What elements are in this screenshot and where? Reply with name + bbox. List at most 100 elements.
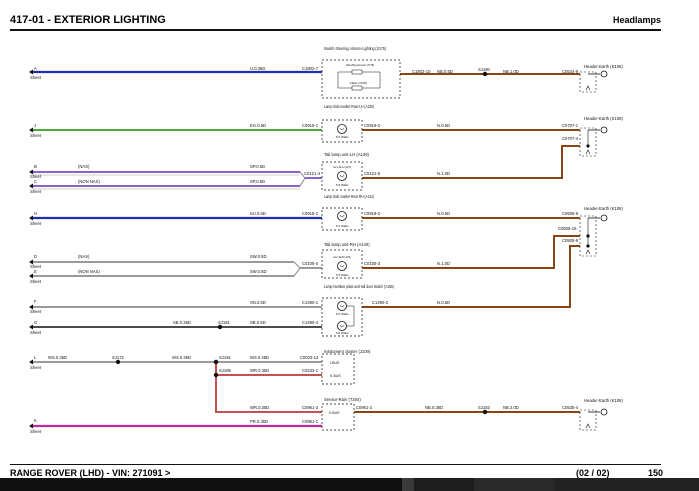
- wire-label-h: SU.0.5D: [250, 211, 266, 216]
- rs-kbus: K BUS: [329, 411, 340, 415]
- switch-flash: Flash (T198): [350, 81, 367, 85]
- tl-lh-wire2: N.1.0D: [437, 171, 450, 176]
- pin-b: B: [34, 164, 37, 169]
- earth-title-1: Header-Earth (K108): [584, 64, 623, 69]
- wire-label-l2: WS.0.35D: [172, 355, 191, 360]
- tl-lh-title: Tail lamp unit-LH (A139): [324, 152, 370, 157]
- wire-label-l3: WS.0.35D: [250, 355, 269, 360]
- wire-label-k: PR.0.35D: [250, 419, 268, 424]
- splice-sj182: SJ182: [478, 405, 491, 410]
- wire-gray-merge: [293, 261, 301, 277]
- tl-lh-watt: 5.0 Watts: [336, 183, 349, 187]
- earth-header-3: [579, 214, 608, 257]
- earth-header-1: [579, 70, 608, 93]
- footer-vehicle: RANGE ROVER (LHD) - VIN: 271091 >: [10, 468, 171, 478]
- sheet-k: Sheet: [30, 429, 42, 434]
- lsm-lh-title: Lamp-Side marker-Rear-LH (A135): [324, 104, 374, 109]
- wire-label-g1: SB.0.35D: [173, 320, 191, 325]
- pin-c: C: [34, 179, 37, 184]
- earth-header-2: [579, 126, 608, 157]
- conn-l: C0033-14: [300, 355, 319, 360]
- pin-j: J: [34, 123, 36, 128]
- switch-micro: Micro/Dipped beam (T178): [346, 63, 374, 67]
- tl-rh-watt: 5.0 Watts: [336, 273, 349, 277]
- sheet-ref-arrows: [29, 69, 33, 429]
- taskbar-strip: [0, 478, 699, 491]
- lsm-lh-watt: 5.0 Watts: [336, 135, 349, 139]
- footer-page-of: (02 / 02): [576, 468, 610, 478]
- instrument-cluster: [321, 353, 355, 385]
- sheet-e: Sheet: [30, 279, 42, 284]
- wire-label-a: U.0.35D: [250, 66, 265, 71]
- tl-lh-inner: Lamp-Tail LH (A176): [333, 165, 351, 169]
- splice-sj181: SJ181: [218, 320, 231, 325]
- wire-label-f: SN.0.5D: [250, 300, 266, 305]
- pin-a: A: [34, 66, 37, 71]
- wire-label-rain2: NB.0.35D: [425, 405, 443, 410]
- tl-rh-inner: Lamp-Tail RH (A181): [333, 255, 351, 259]
- conn-j: C0919-1: [302, 123, 319, 128]
- tl-rh-conn: C0105-4: [302, 261, 319, 266]
- pin-k: K: [34, 418, 37, 423]
- wire-brown-tailrh: [362, 235, 580, 269]
- wire-label-a3: NB.1.0D: [503, 69, 519, 74]
- conn-h2: C0918-2: [364, 211, 381, 216]
- conn-h5: C0505-9: [562, 238, 579, 243]
- pin-e: E: [34, 269, 37, 274]
- tl-lh-conn: C0121-4: [304, 171, 321, 176]
- tl-lh-conn2: C0121-5: [364, 171, 381, 176]
- earth-title-2: Header-Earth (K108): [584, 116, 623, 121]
- conn-rain3: C0535-4: [562, 405, 579, 410]
- conn-h3: C0505-5: [562, 211, 579, 216]
- sheet-f: Sheet: [30, 309, 42, 314]
- wiring-diagram: A Sheet U.0.35D C1802-7 Switch-Steering …: [29, 46, 623, 434]
- conn-h: C0918-1: [302, 211, 319, 216]
- earth-title-3: Header-Earth (K108): [584, 206, 623, 211]
- pin-h: H: [34, 211, 37, 216]
- splice-sj180: SJ180: [478, 67, 491, 72]
- pin-f: F: [34, 299, 37, 304]
- earth-title-4: Header-Earth (K108): [584, 398, 623, 403]
- np-watt2: 5.0 Watts: [336, 331, 349, 335]
- conn-j2: C0919-2: [364, 123, 381, 128]
- nonnas-c: (NON NAS): [78, 179, 100, 184]
- lsm-rh-title: Lamp-Side marker-Rear-RH (A134): [324, 194, 374, 199]
- wire-brown-taillh: [362, 145, 580, 179]
- tl-rh-title: Tail lamp unit-RH (A140): [324, 242, 370, 247]
- lsm-rh-watt: 5.0 Watts: [336, 224, 349, 228]
- conn-f2: C1490-2: [372, 300, 389, 305]
- wire-label-a2: NB.0.5D: [437, 69, 453, 74]
- earth-header-4: [579, 408, 608, 431]
- conn-kbus1: C0233-1: [302, 368, 319, 373]
- pin-l: L: [34, 355, 37, 360]
- wire-label-kbus1: WR.0.35D: [250, 368, 269, 373]
- conn-k: C0961-1: [302, 419, 319, 424]
- conn-j3: C0707-1: [562, 123, 579, 128]
- wire-label-kbus2: WR.0.35D: [250, 405, 269, 410]
- nonnas-e: (NON NAS): [78, 269, 100, 274]
- wire-label-g2: SB.0.5D: [250, 320, 266, 325]
- conn-g: C1490-4: [302, 320, 319, 325]
- pin-g: G: [34, 320, 37, 325]
- conn-a: C1802-7: [302, 66, 319, 71]
- tl-rh-wire2: N.1.0D: [437, 261, 450, 266]
- conn-a2: C1802-10: [412, 69, 431, 74]
- footer-page-number: 150: [648, 468, 664, 478]
- switch-title: Switch-Steering column-Lighting (S175): [324, 46, 386, 51]
- sheet-g: Sheet: [30, 330, 42, 335]
- conn-kbus2: C0961-3: [302, 405, 319, 410]
- conn-j4: C0707-4: [562, 136, 579, 141]
- wire-label-d: SW.0.5D: [250, 254, 267, 259]
- conn-f: C1490-1: [302, 300, 319, 305]
- np-title: Lamp-Number plate and-tail door switch (…: [324, 284, 394, 289]
- wire-label-j2: N.0.5D: [437, 123, 450, 128]
- wire-label-j: EG.0.5D: [250, 123, 266, 128]
- conn-h4: C0505-15: [558, 226, 577, 231]
- nas-d: (NAS): [78, 254, 90, 259]
- wire-brown-np: [362, 245, 580, 308]
- np-watt1: 5.0 Watts: [336, 312, 349, 316]
- wire-label-f2: N.0.5D: [437, 300, 450, 305]
- conn-rain2: C0961-2: [356, 405, 373, 410]
- ic-title: Instrument cluster (J100): [324, 349, 371, 354]
- conn-a3: C0534-9: [562, 69, 579, 74]
